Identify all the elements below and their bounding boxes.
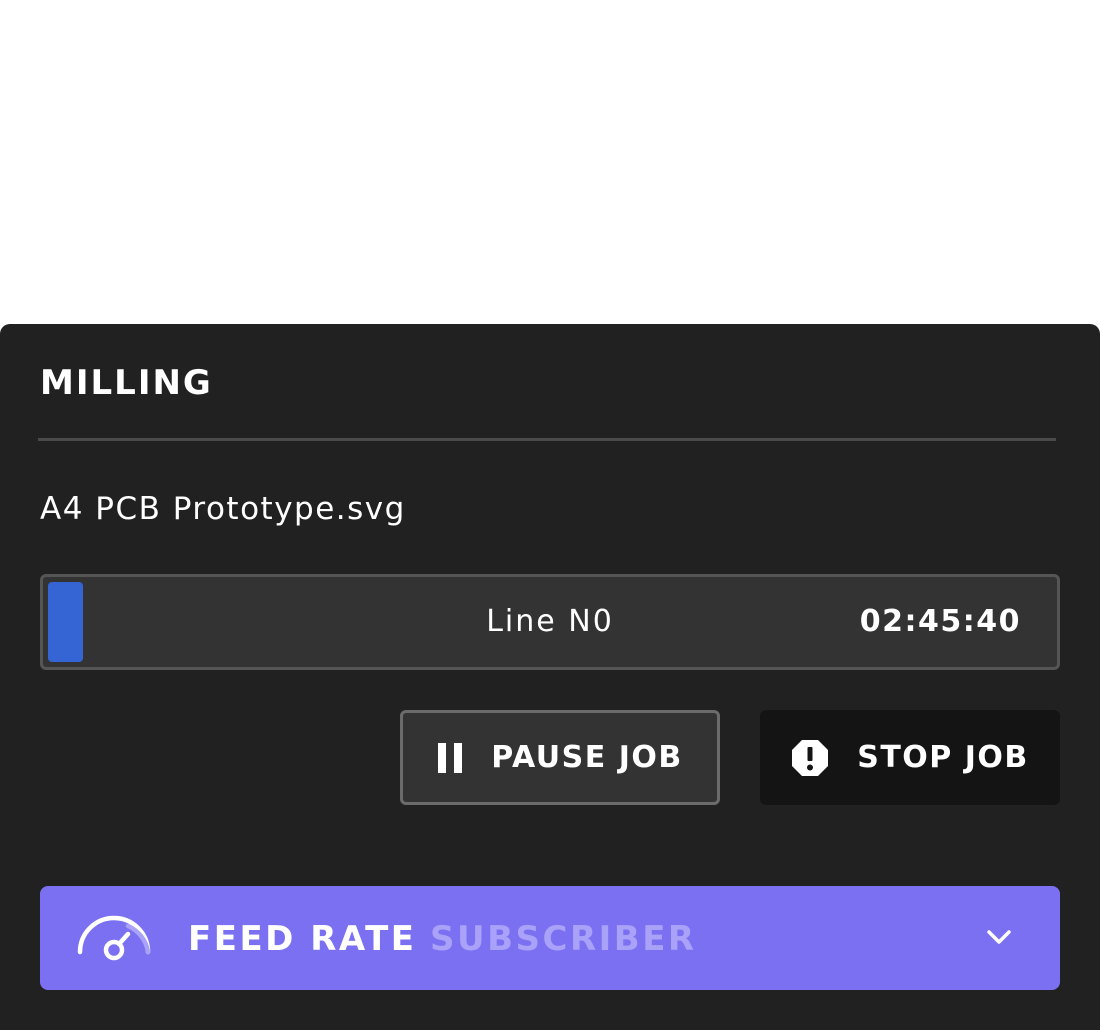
- pause-job-label: PAUSE JOB: [491, 740, 683, 775]
- gauge-icon: [76, 912, 152, 966]
- stop-job-label: STOP JOB: [857, 740, 1029, 775]
- pause-job-button[interactable]: PAUSE JOB: [400, 710, 720, 805]
- subscriber-badge: SUBSCRIBER: [430, 919, 697, 959]
- feed-rate-accordion[interactable]: FEED RATE SUBSCRIBER: [40, 886, 1060, 990]
- feed-rate-label: FEED RATE: [188, 919, 417, 959]
- time-remaining: 02:45:40: [859, 604, 1021, 639]
- pause-icon: [437, 742, 463, 774]
- panel-title: MILLING: [40, 363, 213, 403]
- stop-job-button[interactable]: STOP JOB: [760, 710, 1060, 805]
- chevron-down-icon[interactable]: [986, 924, 1012, 954]
- alert-octagon-icon: [791, 739, 829, 777]
- divider: [38, 438, 1056, 441]
- file-name: A4 PCB Prototype.svg: [40, 491, 406, 527]
- job-progress-bar: Line N0 02:45:40: [40, 574, 1060, 670]
